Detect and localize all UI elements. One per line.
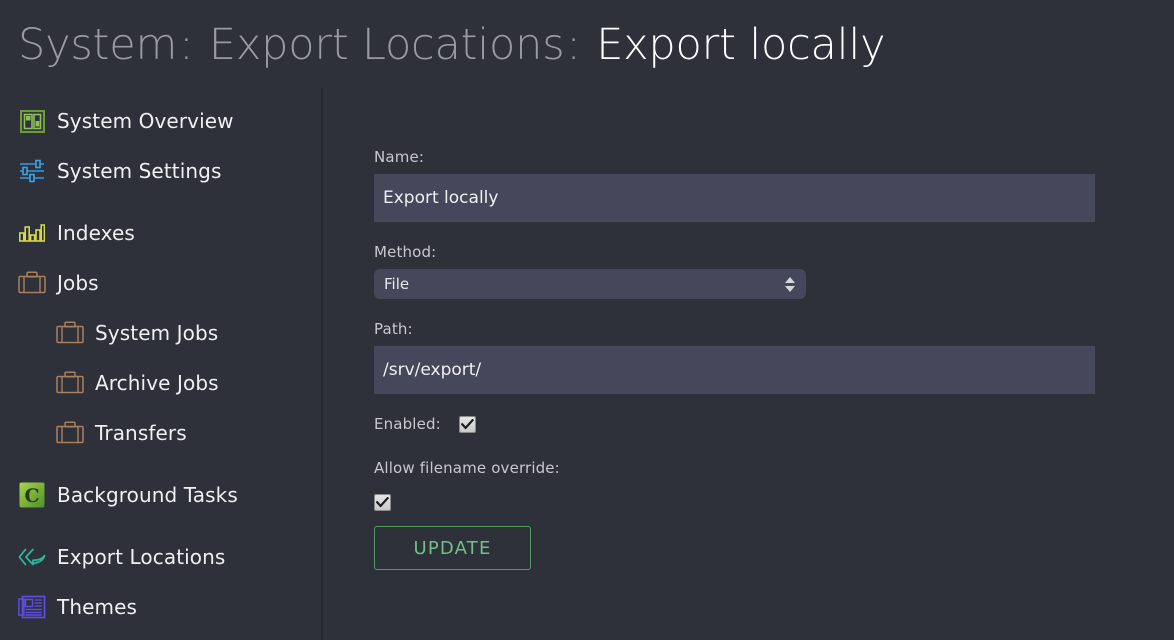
export-location-form: Name: Method: File Path: bbox=[374, 148, 1095, 570]
enabled-label: Enabled: bbox=[374, 415, 441, 433]
sidebar-item-indexes[interactable]: Indexes bbox=[0, 208, 321, 258]
allow-filename-override-checkbox[interactable] bbox=[374, 494, 391, 511]
breadcrumb-item-export-locations[interactable]: Export Locations bbox=[209, 20, 565, 70]
sidebar: System Overview System Settings Indexes … bbox=[0, 88, 321, 640]
sidebar-item-label: Background Tasks bbox=[57, 483, 238, 507]
sidebar-item-label: Indexes bbox=[57, 221, 135, 245]
sidebar-item-background-tasks[interactable]: C Background Tasks bbox=[0, 470, 321, 520]
sidebar-item-label: Jobs bbox=[57, 271, 99, 295]
svg-text:C: C bbox=[24, 485, 39, 507]
method-label: Method: bbox=[374, 243, 437, 261]
sidebar-item-system-jobs[interactable]: System Jobs bbox=[0, 308, 321, 358]
allow-filename-override-checkbox-wrap bbox=[374, 493, 1095, 512]
allow-filename-override-group: Allow filename override: bbox=[374, 459, 1095, 512]
path-input[interactable] bbox=[374, 346, 1095, 394]
briefcase-icon bbox=[56, 419, 84, 447]
briefcase-icon bbox=[18, 269, 46, 297]
celery-c-icon: C bbox=[18, 481, 46, 509]
method-select-wrap: File bbox=[374, 269, 806, 299]
sidebar-item-label: Archive Jobs bbox=[95, 371, 219, 395]
sliders-icon bbox=[18, 157, 46, 185]
main-content: Name: Method: File Path: bbox=[323, 88, 1174, 640]
breadcrumb-separator-1: : bbox=[179, 20, 194, 70]
method-field-group: Method: File bbox=[374, 243, 1095, 299]
sidebar-item-jobs[interactable]: Jobs bbox=[0, 258, 321, 308]
path-label: Path: bbox=[374, 320, 413, 338]
enabled-field-group: Enabled: bbox=[374, 415, 1095, 433]
sidebar-item-label: System Settings bbox=[57, 159, 222, 183]
breadcrumb-item-current: Export locally bbox=[596, 20, 886, 70]
breadcrumb-separator-2: : bbox=[566, 20, 581, 70]
sidebar-item-archive-jobs[interactable]: Archive Jobs bbox=[0, 358, 321, 408]
breadcrumb: System: Export Locations: Export locally bbox=[18, 14, 886, 76]
sidebar-item-label: Export Locations bbox=[57, 545, 226, 569]
briefcase-icon bbox=[56, 319, 84, 347]
enabled-checkbox[interactable] bbox=[458, 415, 476, 433]
name-label: Name: bbox=[374, 148, 425, 166]
update-button[interactable]: UPDATE bbox=[374, 526, 531, 570]
allow-filename-override-label: Allow filename override: bbox=[374, 459, 560, 477]
body-area: System Overview System Settings Indexes … bbox=[0, 88, 1174, 640]
sidebar-item-transfers[interactable]: Transfers bbox=[0, 408, 321, 458]
method-select[interactable]: File bbox=[374, 269, 806, 299]
sidebar-item-themes[interactable]: Themes bbox=[0, 582, 321, 632]
bar-chart-icon bbox=[18, 219, 46, 247]
path-field-group: Path: bbox=[374, 320, 1095, 394]
sidebar-item-label: Themes bbox=[57, 595, 138, 619]
sidebar-item-label: Transfers bbox=[95, 421, 187, 445]
system-overview-icon bbox=[18, 107, 46, 135]
name-field-group: Name: bbox=[374, 148, 1095, 222]
sidebar-item-system-overview[interactable]: System Overview bbox=[0, 96, 321, 146]
briefcase-icon bbox=[56, 369, 84, 397]
sidebar-item-label: System Jobs bbox=[95, 321, 219, 345]
sidebar-item-export-locations[interactable]: Export Locations bbox=[0, 532, 321, 582]
sidebar-item-label: System Overview bbox=[57, 109, 234, 133]
sidebar-item-system-settings[interactable]: System Settings bbox=[0, 146, 321, 196]
newspaper-icon bbox=[18, 593, 46, 621]
breadcrumb-item-system[interactable]: System bbox=[18, 20, 177, 70]
reply-all-arrow-icon bbox=[18, 543, 46, 571]
name-input[interactable] bbox=[374, 174, 1095, 222]
